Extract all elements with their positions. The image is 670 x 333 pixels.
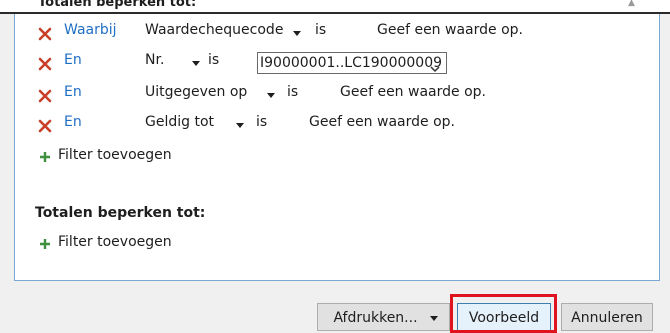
print-button-label: Afdrukken... xyxy=(333,310,418,326)
add-filter-label[interactable]: Filter toevoegen xyxy=(58,234,172,250)
field-caret-down-icon[interactable] xyxy=(192,61,200,66)
filter-panel: Waarbij Waardechequecode is Geef een waa… xyxy=(14,14,660,281)
remove-filter-x-icon[interactable] xyxy=(38,27,52,41)
remove-filter-x-icon[interactable] xyxy=(38,119,52,133)
filter-comparator: is xyxy=(315,22,327,38)
scroll-arrow-icon: ▲ xyxy=(628,0,635,8)
field-caret-down-icon[interactable] xyxy=(267,93,275,98)
filter-field-name[interactable]: Uitgegeven op xyxy=(145,84,247,100)
print-button[interactable]: Afdrukken... xyxy=(317,303,450,331)
filter-value-placeholder[interactable]: Geef een waarde op. xyxy=(309,114,455,130)
filter-comparator: is xyxy=(287,84,299,100)
field-caret-down-icon[interactable] xyxy=(236,123,244,128)
filter-comparator: is xyxy=(208,52,220,68)
remove-filter-x-icon[interactable] xyxy=(38,57,52,71)
add-filter-label[interactable]: Filter toevoegen xyxy=(58,147,172,163)
cut-off-title: Totalen beperken tot: xyxy=(38,0,197,10)
remove-filter-x-icon[interactable] xyxy=(38,89,52,103)
filter-field-name[interactable]: Geldig tot xyxy=(145,114,214,130)
filter-operator-link[interactable]: En xyxy=(64,84,82,100)
filter-field-name[interactable]: Waardechequecode xyxy=(145,22,283,38)
filter-value-placeholder[interactable]: Geef een waarde op. xyxy=(377,22,523,38)
cut-off-header: Totalen beperken tot: ▲ xyxy=(0,0,670,14)
cancel-button[interactable]: Annuleren xyxy=(561,303,653,331)
filter-value-placeholder[interactable]: Geef een waarde op. xyxy=(340,84,486,100)
filter-operator-link[interactable]: En xyxy=(64,52,82,68)
chevron-down-icon[interactable] xyxy=(430,59,440,73)
filter-value-input[interactable]: I90000001..LC190000009 xyxy=(257,52,447,74)
plus-icon[interactable] xyxy=(39,151,51,163)
filter-comparator: is xyxy=(256,114,268,130)
filter-operator-link[interactable]: En xyxy=(64,114,82,130)
filter-value-text: I90000001..LC190000009 xyxy=(260,55,443,71)
filter-operator-link[interactable]: Waarbij xyxy=(64,22,117,38)
preview-button[interactable]: Voorbeeld xyxy=(457,303,551,331)
caret-down-icon[interactable] xyxy=(430,316,438,321)
field-caret-down-icon[interactable] xyxy=(293,31,301,36)
totals-section-title: Totalen beperken tot: xyxy=(35,205,206,221)
plus-icon[interactable] xyxy=(39,238,51,250)
filter-field-name[interactable]: Nr. xyxy=(145,52,164,68)
